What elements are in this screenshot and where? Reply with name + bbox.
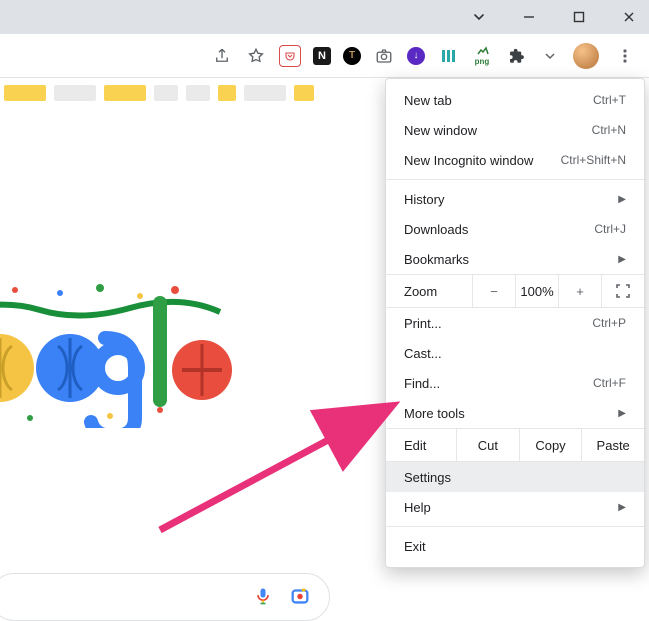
bookmark-item[interactable] xyxy=(186,85,210,101)
minimize-button[interactable] xyxy=(515,11,543,23)
menu-shortcut: Ctrl+N xyxy=(592,123,626,137)
zoom-out-button[interactable]: − xyxy=(472,275,515,307)
menu-item-help[interactable]: Help ▶ xyxy=(386,492,644,522)
menu-edit-row: Edit Cut Copy Paste xyxy=(386,428,644,462)
menu-label: New window xyxy=(404,123,592,138)
submenu-arrow-icon: ▶ xyxy=(618,502,626,513)
bookmark-item[interactable] xyxy=(4,85,46,101)
submenu-arrow-icon: ▶ xyxy=(618,408,626,419)
menu-item-history[interactable]: History ▶ xyxy=(386,184,644,214)
camera-extension-icon[interactable] xyxy=(373,45,395,67)
edit-copy-button[interactable]: Copy xyxy=(519,429,582,461)
share-icon[interactable] xyxy=(211,45,233,67)
menu-label: Cast... xyxy=(404,346,626,361)
close-button[interactable] xyxy=(615,11,643,23)
browser-toolbar: N T ↓ png xyxy=(0,34,649,78)
bookmark-item[interactable] xyxy=(218,85,236,101)
edit-paste-button[interactable]: Paste xyxy=(581,429,644,461)
menu-separator xyxy=(386,179,644,180)
menu-label: Bookmarks xyxy=(404,252,618,267)
menu-label: History xyxy=(404,192,618,207)
maximize-button[interactable] xyxy=(565,11,593,23)
bookmark-item[interactable] xyxy=(244,85,286,101)
menu-item-more-tools[interactable]: More tools ▶ xyxy=(386,398,644,428)
bookmark-item[interactable] xyxy=(104,85,146,101)
menu-item-find[interactable]: Find... Ctrl+F xyxy=(386,368,644,398)
submenu-arrow-icon: ▶ xyxy=(618,254,626,265)
voice-search-icon[interactable] xyxy=(253,586,273,609)
bookmark-star-icon[interactable] xyxy=(245,45,267,67)
menu-label: New Incognito window xyxy=(404,153,561,168)
zoom-in-button[interactable]: + xyxy=(558,275,601,307)
bookmark-item[interactable] xyxy=(54,85,96,101)
menu-label: New tab xyxy=(404,93,593,108)
menu-label: Help xyxy=(404,500,618,515)
menu-item-new-window[interactable]: New window Ctrl+N xyxy=(386,115,644,145)
menu-shortcut: Ctrl+J xyxy=(594,222,626,236)
submenu-arrow-icon: ▶ xyxy=(618,194,626,205)
menu-shortcut: Ctrl+T xyxy=(593,93,626,107)
lens-search-icon[interactable] xyxy=(289,585,311,610)
png-extension-icon[interactable]: png xyxy=(471,45,493,67)
menu-item-new-incognito[interactable]: New Incognito window Ctrl+Shift+N xyxy=(386,145,644,175)
pocket-extension-icon[interactable] xyxy=(279,45,301,67)
main-menu-button[interactable] xyxy=(611,42,639,70)
menu-label: Settings xyxy=(404,470,626,485)
menu-item-bookmarks[interactable]: Bookmarks ▶ xyxy=(386,244,644,274)
chevron-down-icon[interactable] xyxy=(539,45,561,67)
menu-shortcut: Ctrl+Shift+N xyxy=(561,153,626,167)
menu-item-settings[interactable]: Settings xyxy=(386,462,644,492)
zoom-value: 100% xyxy=(515,275,558,307)
bookmark-item[interactable] xyxy=(294,85,314,101)
zoom-label: Zoom xyxy=(386,284,472,299)
download-extension-icon[interactable]: ↓ xyxy=(407,47,425,65)
extensions-puzzle-icon[interactable] xyxy=(505,45,527,67)
menu-item-cast[interactable]: Cast... xyxy=(386,338,644,368)
menu-zoom-row: Zoom − 100% + xyxy=(386,274,644,308)
edit-label: Edit xyxy=(386,438,456,453)
chrome-main-menu: New tab Ctrl+T New window Ctrl+N New Inc… xyxy=(385,78,645,568)
profile-avatar[interactable] xyxy=(573,43,599,69)
menu-item-print[interactable]: Print... Ctrl+P xyxy=(386,308,644,338)
menu-item-new-tab[interactable]: New tab Ctrl+T xyxy=(386,85,644,115)
menu-separator xyxy=(386,526,644,527)
menu-shortcut: Ctrl+P xyxy=(592,316,626,330)
menu-item-exit[interactable]: Exit xyxy=(386,531,644,561)
edit-cut-button[interactable]: Cut xyxy=(456,429,519,461)
menu-item-downloads[interactable]: Downloads Ctrl+J xyxy=(386,214,644,244)
menu-label: Exit xyxy=(404,539,626,554)
window-control-strip xyxy=(0,0,649,34)
extension-t-icon[interactable]: T xyxy=(343,47,361,65)
extension-bars-icon[interactable] xyxy=(437,45,459,67)
menu-label: Downloads xyxy=(404,222,594,237)
menu-label: Find... xyxy=(404,376,593,391)
bookmark-item[interactable] xyxy=(154,85,178,101)
search-box[interactable] xyxy=(0,573,330,621)
menu-label: More tools xyxy=(404,406,618,421)
extension-n-icon[interactable]: N xyxy=(313,47,331,65)
tab-dropdown-icon[interactable] xyxy=(465,10,493,24)
fullscreen-button[interactable] xyxy=(601,275,644,307)
menu-label: Print... xyxy=(404,316,592,331)
google-doodle[interactable] xyxy=(0,278,260,428)
menu-shortcut: Ctrl+F xyxy=(593,376,626,390)
